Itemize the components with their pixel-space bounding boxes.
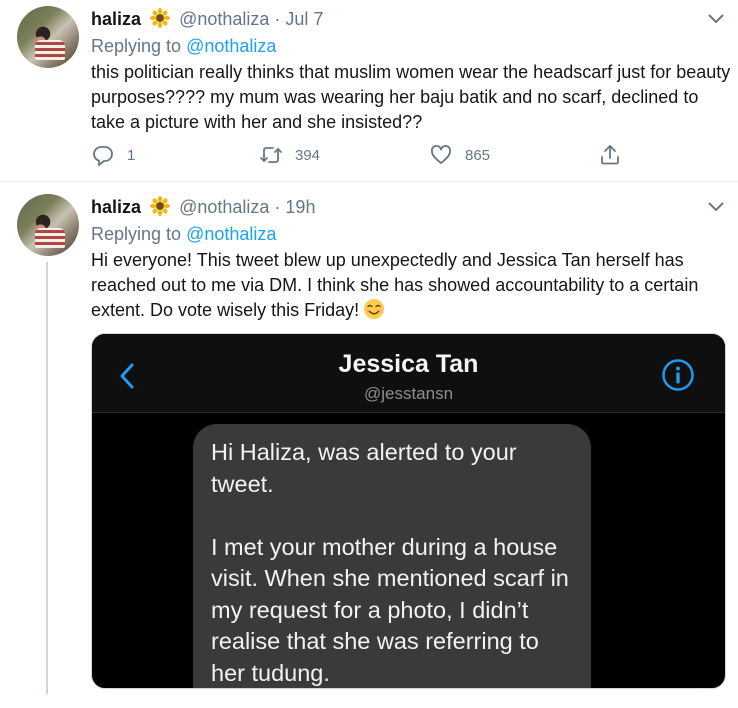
dm-message-bubble: Hi Haliza, was alerted to your tweet. I … (193, 424, 591, 688)
replying-label: Replying to (91, 224, 182, 244)
tweet-header: haliza @nothaliza · Jul 7 (91, 8, 323, 30)
heart-icon (431, 145, 451, 164)
tweet-text-content: Hi everyone! This tweet blew up unexpect… (91, 250, 699, 320)
dm-contact-handle: @jesstansn (363, 384, 454, 403)
retweet-count: 394 (295, 146, 321, 164)
tweet-actions: 1 394 865 (91, 143, 651, 171)
avatar[interactable] (17, 194, 79, 256)
replying-handle-link[interactable]: @nothaliza (186, 224, 276, 244)
info-icon (662, 359, 694, 391)
user-handle[interactable]: @nothaliza (179, 9, 269, 29)
share-icon (601, 145, 619, 165)
tweet-text: Hi everyone! This tweet blew up unexpect… (91, 248, 731, 323)
tweet-1[interactable]: haliza @nothaliza · Jul 7 Replying to @n… (0, 0, 738, 181)
display-name[interactable]: haliza (91, 9, 141, 29)
like-button[interactable]: 865 (429, 143, 490, 167)
tweet-text: this politician really thinks that musli… (91, 62, 731, 132)
replying-to: Replying to @nothaliza (91, 223, 276, 245)
reply-button[interactable]: 1 (91, 143, 135, 167)
tweet-media-image[interactable]: Jessica Tan @jesstansn Hi Haliza, was al… (91, 333, 726, 689)
retweet-button[interactable]: 394 (259, 143, 320, 167)
retweet-icon (260, 147, 282, 163)
smiling-face-icon (364, 299, 385, 319)
sunflower-icon (150, 8, 171, 28)
like-count: 865 (465, 146, 491, 164)
thread-line (46, 262, 48, 694)
sunflower-icon (150, 196, 171, 216)
replying-handle-link[interactable]: @nothaliza (186, 36, 276, 56)
dm-header: Jessica Tan @jesstansn (92, 334, 725, 413)
replying-label: Replying to (91, 36, 182, 56)
timestamp[interactable]: 19h (285, 197, 315, 217)
reply-count: 1 (127, 146, 136, 164)
display-name[interactable]: haliza (91, 197, 141, 217)
timestamp[interactable]: Jul 7 (285, 9, 323, 29)
replying-to: Replying to @nothaliza (91, 35, 276, 57)
reply-icon (93, 146, 113, 166)
separator: · (274, 197, 281, 217)
user-handle[interactable]: @nothaliza (179, 197, 269, 217)
separator: · (274, 9, 281, 29)
dm-contact-name: Jessica Tan (338, 350, 479, 378)
share-button[interactable] (598, 143, 622, 167)
chevron-down-icon[interactable] (706, 12, 726, 26)
tweet-header: haliza @nothaliza · 19h (91, 196, 315, 218)
chevron-down-icon[interactable] (706, 200, 726, 214)
avatar[interactable] (17, 6, 79, 68)
